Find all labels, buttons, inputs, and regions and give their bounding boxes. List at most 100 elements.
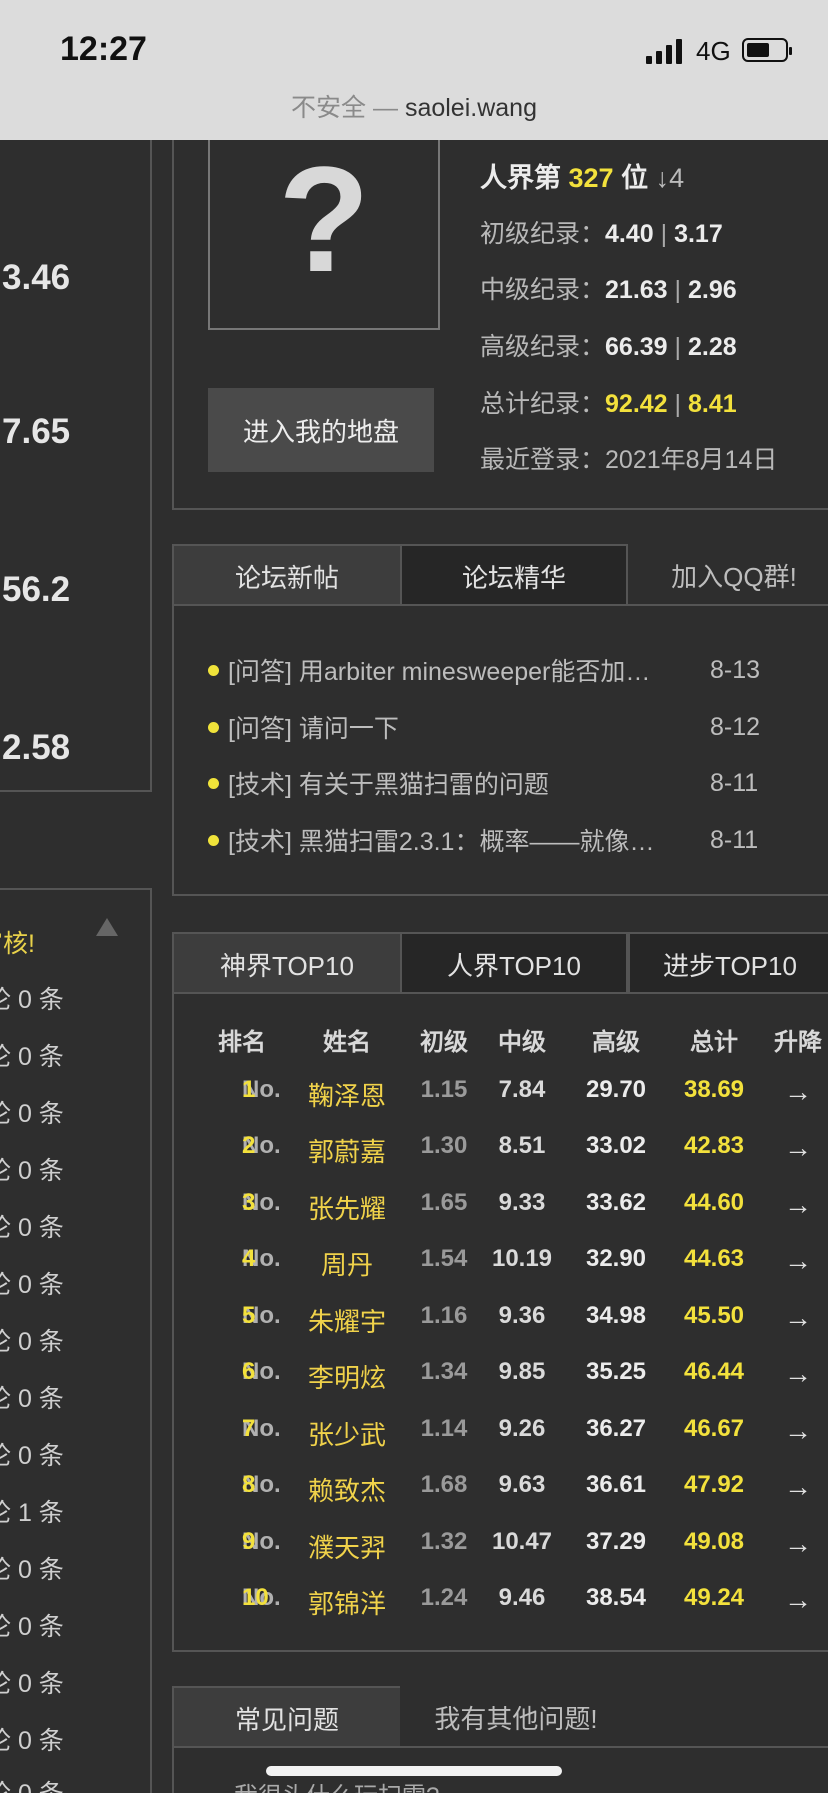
player-name-link[interactable]: 张少武 xyxy=(292,1415,402,1452)
post-date: 8-11 xyxy=(710,768,759,797)
total-time: 44.60 xyxy=(683,1189,745,1216)
expert-time: 36.27 xyxy=(585,1415,647,1442)
record-label: 高级纪录： xyxy=(480,333,606,361)
tab-other-questions[interactable]: 我有其他问题! xyxy=(400,1686,632,1748)
rank-number: 5 xyxy=(242,1302,256,1329)
record-sep: | xyxy=(653,220,675,248)
left-count-item: 论 0 条 xyxy=(0,1442,64,1470)
post-title[interactable]: [技术] 有关于黑猫扫雷的问题 xyxy=(228,765,698,801)
total-time: 46.67 xyxy=(683,1415,745,1442)
record-sep: | xyxy=(667,276,688,304)
rank-number: 4 xyxy=(242,1245,256,1272)
table-row[interactable]: No. 1 鞠泽恩 1.15 7.84 29.70 38.69 → xyxy=(172,1076,828,1133)
player-name-link[interactable]: 郭锦洋 xyxy=(292,1584,402,1621)
player-name-link[interactable]: 张先耀 xyxy=(292,1189,402,1226)
intermediate-time: 9.26 xyxy=(498,1415,546,1442)
total-time: 49.24 xyxy=(683,1584,745,1611)
table-row[interactable]: No. 2 郭蔚嘉 1.30 8.51 33.02 42.83 → xyxy=(172,1132,828,1189)
left-count-item: 论 0 条 xyxy=(0,1774,64,1793)
tab-forum-new[interactable]: 论坛新帖 xyxy=(172,544,400,606)
player-name-link[interactable]: 周丹 xyxy=(292,1245,402,1282)
beginner-time: 1.15 xyxy=(420,1076,468,1103)
beginner-time: 1.32 xyxy=(420,1528,468,1555)
player-name-link[interactable]: 郭蔚嘉 xyxy=(292,1132,402,1169)
record-sep: | xyxy=(667,390,688,418)
collapse-up-icon[interactable] xyxy=(96,918,118,936)
bullet-icon xyxy=(208,834,219,846)
player-name-link[interactable]: 濮天羿 xyxy=(292,1528,402,1565)
bullet-icon xyxy=(208,664,219,676)
left-stat-number: 56.2 xyxy=(2,570,71,609)
address-bar[interactable]: 不安全 — saolei.wang xyxy=(0,88,828,124)
table-row[interactable]: No. 9 濮天羿 1.32 10.47 37.29 49.08 → xyxy=(172,1528,828,1585)
expert-time: 35.25 xyxy=(585,1358,647,1385)
rank-number: 6 xyxy=(242,1358,256,1385)
rank-number: 1 xyxy=(242,1076,256,1103)
intermediate-time: 9.63 xyxy=(498,1471,546,1498)
forum-tabs: 论坛新帖 论坛精华 加入QQ群! xyxy=(172,544,828,606)
player-name-link[interactable]: 朱耀宇 xyxy=(292,1302,402,1339)
player-name-link[interactable]: 李明炫 xyxy=(292,1358,402,1395)
rank-number: 10 xyxy=(242,1584,269,1611)
left-count-item: 论 0 条 xyxy=(0,1556,64,1584)
col-total: 总计 xyxy=(690,1029,738,1056)
tab-human-top10[interactable]: 人界TOP10 xyxy=(400,932,628,994)
tab-god-top10[interactable]: 神界TOP10 xyxy=(172,932,400,994)
col-expert: 高级 xyxy=(592,1029,640,1056)
list-item[interactable]: [问答] 请问一下 8-12 xyxy=(208,709,808,745)
join-qq-group-link[interactable]: 加入QQ群! xyxy=(634,544,828,606)
tab-faq[interactable]: 常见问题 xyxy=(172,1686,400,1748)
left-count-item: 论 0 条 xyxy=(0,1328,64,1356)
rank-change: ↓4 xyxy=(655,163,685,193)
bullet-icon xyxy=(208,777,219,789)
table-row[interactable]: No. 8 赖致杰 1.68 9.63 36.61 47.92 → xyxy=(172,1471,828,1528)
left-notice[interactable]: 审核! xyxy=(0,924,35,960)
record-beginner: 初级纪录：4.40 | 3.17 xyxy=(480,214,723,250)
intermediate-time: 9.46 xyxy=(498,1584,546,1611)
expert-time: 36.61 xyxy=(585,1471,647,1498)
left-count-item: 论 1 条 xyxy=(0,1499,64,1527)
record-label: 初级纪录： xyxy=(480,220,606,248)
post-date: 8-11 xyxy=(710,825,759,854)
table-row[interactable]: No. 6 李明炫 1.34 9.85 35.25 46.44 → xyxy=(172,1358,828,1415)
col-rank: 排名 xyxy=(218,1029,266,1056)
avatar[interactable]: ? xyxy=(208,120,440,330)
expert-time: 33.62 xyxy=(585,1189,647,1216)
faq-item[interactable]: 我很头什么玩扫雷? xyxy=(234,1776,439,1793)
rank-change-arrow: → xyxy=(784,1528,812,1559)
rank-value: 327 xyxy=(568,163,614,193)
left-count-item: 论 0 条 xyxy=(0,1214,64,1242)
tab-forum-featured[interactable]: 论坛精华 xyxy=(400,544,628,606)
table-row[interactable]: No. 5 朱耀宇 1.16 9.36 34.98 45.50 → xyxy=(172,1302,828,1359)
total-time: 45.50 xyxy=(683,1302,745,1329)
home-indicator[interactable] xyxy=(266,1766,562,1776)
beginner-time: 1.54 xyxy=(420,1245,468,1272)
list-item[interactable]: [技术] 黑猫扫雷2.3.1：概率——就像… 8-11 xyxy=(208,822,808,858)
url-separator: — xyxy=(366,94,405,122)
post-title[interactable]: [问答] 请问一下 xyxy=(228,709,698,745)
rank-number: 3 xyxy=(242,1189,256,1216)
post-title[interactable]: [问答] 用arbiter minesweeper能否加… xyxy=(228,652,698,688)
rank-number: 9 xyxy=(242,1528,256,1555)
signal-icon xyxy=(646,38,682,64)
rank-change-arrow: → xyxy=(784,1076,812,1107)
table-row[interactable]: No. 4 周丹 1.54 10.19 32.90 44.63 → xyxy=(172,1245,828,1302)
intermediate-time: 10.19 xyxy=(491,1245,553,1272)
table-row[interactable]: No. 3 张先耀 1.65 9.33 33.62 44.60 → xyxy=(172,1189,828,1246)
player-name-link[interactable]: 鞠泽恩 xyxy=(292,1076,402,1113)
placeholder-avatar-icon: ? xyxy=(278,135,370,303)
left-stat-number: 2.58 xyxy=(2,728,71,767)
list-item[interactable]: [技术] 有关于黑猫扫雷的问题 8-11 xyxy=(208,765,808,801)
col-change: 升降 xyxy=(774,1029,822,1056)
table-row[interactable]: No. 7 张少武 1.14 9.26 36.27 46.67 → xyxy=(172,1415,828,1472)
post-title[interactable]: [技术] 黑猫扫雷2.3.1：概率——就像… xyxy=(228,822,698,858)
rank-change-arrow: → xyxy=(784,1358,812,1389)
list-item[interactable]: [问答] 用arbiter minesweeper能否加… 8-13 xyxy=(208,652,808,688)
expert-time: 33.02 xyxy=(585,1132,647,1159)
tab-progress-top10[interactable]: 进步TOP10 xyxy=(628,932,828,994)
table-row[interactable]: No. 10 郭锦洋 1.24 9.46 38.54 49.24 → xyxy=(172,1584,828,1641)
total-time: 42.83 xyxy=(683,1132,745,1159)
left-count-item: 论 0 条 xyxy=(0,986,64,1014)
enter-my-area-button[interactable]: 进入我的地盘 xyxy=(208,388,434,472)
player-name-link[interactable]: 赖致杰 xyxy=(292,1471,402,1508)
